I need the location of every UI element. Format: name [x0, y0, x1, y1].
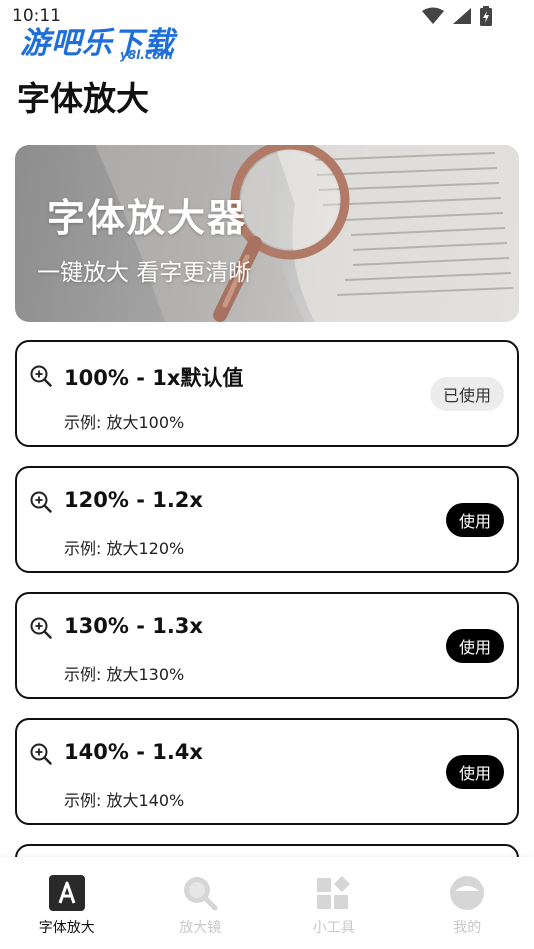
banner-title: 字体放大器	[47, 196, 248, 240]
magnifier-icon	[182, 875, 218, 911]
option-example: 示例: 放大140%	[64, 791, 185, 810]
wifi-icon	[422, 7, 444, 24]
signal-icon	[453, 8, 471, 24]
zoom-in-icon	[30, 617, 52, 639]
option-example: 示例: 放大120%	[64, 539, 185, 558]
nav-item-tools[interactable]: 小工具	[267, 857, 401, 949]
option-example: 示例: 放大100%	[64, 413, 185, 432]
watermark-logo: 游吧乐下载 y8l.com	[20, 18, 185, 66]
status-icons	[422, 6, 492, 26]
option-title: 130% - 1.3x	[64, 614, 203, 638]
option-card-100[interactable]: 100% - 1x默认值 示例: 放大100% 已使用	[15, 340, 519, 447]
font-a-icon	[48, 875, 85, 911]
nav-item-magnifier[interactable]: 放大镜	[134, 857, 268, 949]
nav-label: 小工具	[312, 920, 355, 936]
option-title: 120% - 1.2x	[64, 488, 203, 512]
option-example: 示例: 放大130%	[64, 665, 185, 684]
font-scale-options: 100% - 1x默认值 示例: 放大100% 已使用 120% - 1.2x …	[15, 340, 519, 903]
option-used-button[interactable]: 已使用	[429, 377, 504, 411]
banner-subtitle: 一键放大 看字更清晰	[37, 260, 252, 286]
zoom-in-icon	[30, 743, 52, 765]
option-title: 140% - 1.4x	[64, 740, 203, 764]
bottom-navigation: 字体放大 放大镜 小工具 我的	[0, 857, 534, 949]
nav-label: 字体放大	[38, 920, 95, 936]
option-use-button[interactable]: 使用	[445, 755, 504, 789]
profile-face-icon	[449, 875, 485, 911]
zoom-in-icon	[30, 491, 52, 513]
nav-item-profile[interactable]: 我的	[401, 857, 534, 949]
option-title: 100% - 1x默认值	[64, 366, 244, 390]
option-card-140[interactable]: 140% - 1.4x 示例: 放大140% 使用	[15, 718, 519, 825]
tools-grid-icon	[316, 875, 352, 911]
option-card-120[interactable]: 120% - 1.2x 示例: 放大120% 使用	[15, 466, 519, 573]
hero-banner[interactable]: 字体放大器 一键放大 看字更清晰	[15, 145, 519, 322]
option-use-button[interactable]: 使用	[445, 629, 504, 663]
watermark-domain: y8l.com	[120, 48, 173, 62]
nav-label: 我的	[453, 920, 482, 936]
nav-label: 放大镜	[179, 920, 222, 936]
zoom-in-icon	[30, 365, 52, 387]
nav-item-font-scale[interactable]: 字体放大	[0, 857, 134, 949]
battery-icon	[480, 6, 492, 26]
page-title: 字体放大	[17, 79, 149, 118]
option-use-button[interactable]: 使用	[445, 503, 504, 537]
option-card-130[interactable]: 130% - 1.3x 示例: 放大130% 使用	[15, 592, 519, 699]
